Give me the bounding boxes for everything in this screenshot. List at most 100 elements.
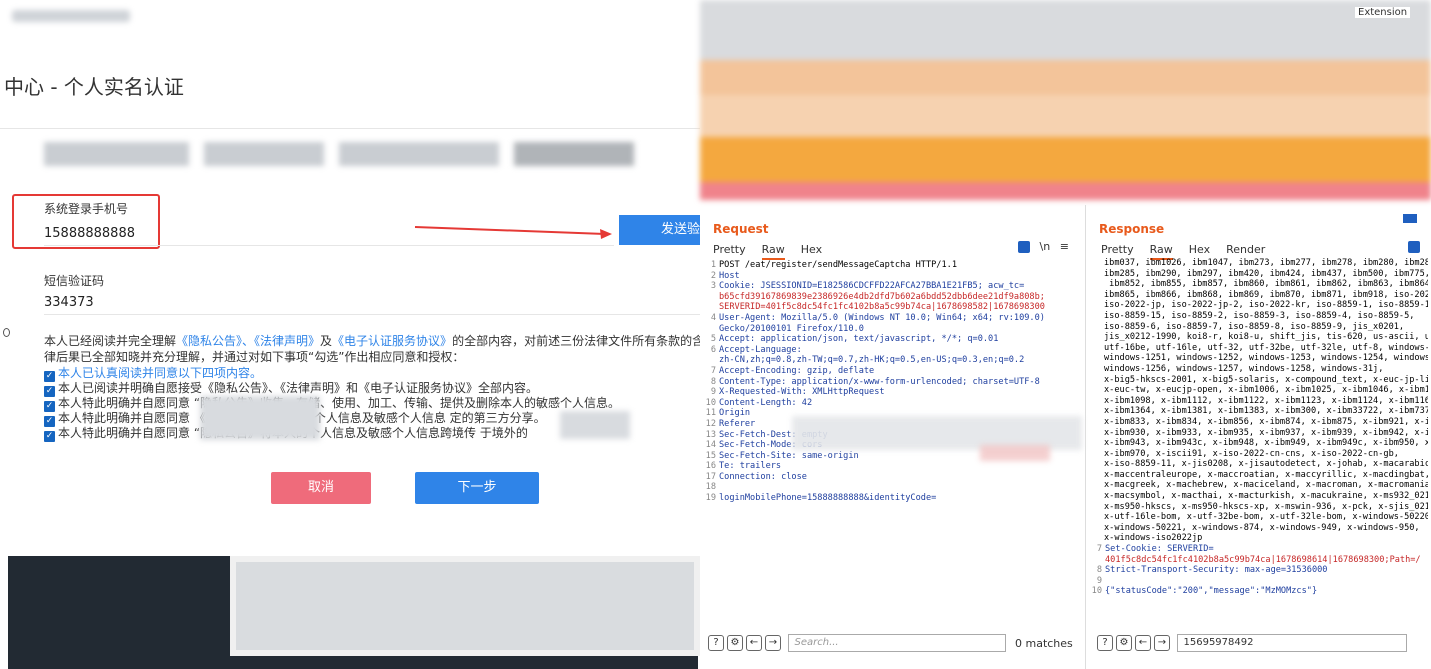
line-text: Origin xyxy=(719,408,751,419)
line-number: 12 xyxy=(705,418,716,429)
response-line: ibm285, ibm290, ibm297, ibm420, ibm424, … xyxy=(1104,268,1428,279)
blurred-redaction xyxy=(980,445,1050,461)
extension-tab[interactable]: Extension xyxy=(1355,7,1411,18)
request-line: 8 Content-Type: application/x-www-form-ur… xyxy=(704,377,1084,388)
arrow-left-icon[interactable]: ← xyxy=(746,635,762,651)
line-number: 10 xyxy=(705,397,716,408)
request-line: zh-CN,zh;q=0.8,zh-TW;q=0.7,zh-HK;q=0.5,e… xyxy=(704,355,1084,366)
response-line: windows-1251, windows-1252, windows-1253… xyxy=(1104,353,1428,364)
line-text: 401f5c8dc54fc1fc4102b8a5c99b74ca|1678698… xyxy=(1105,554,1421,565)
response-line: ibm852, ibm855, ibm857, ibm860, ibm861, … xyxy=(1104,279,1428,290)
request-line: 9 X-Requested-With: XMLHttpRequest xyxy=(704,387,1084,398)
request-toolbar-icons: \n ≡ xyxy=(1018,240,1069,253)
line-number: 11 xyxy=(705,408,716,419)
response-line: x-big5-hkscs-2001, x-big5-solaris, x-com… xyxy=(1104,374,1428,385)
line-text: Gecko/20100101 Firefox/110.0 xyxy=(719,323,864,334)
tab-hex[interactable]: Hex xyxy=(801,243,822,256)
response-line: x-windows-50221, x-windows-874, x-window… xyxy=(1104,522,1420,533)
line-number: 18 xyxy=(705,482,716,493)
response-line: 8 Strict-Transport-Security: max-age=3153… xyxy=(1090,565,1428,576)
menu-icon[interactable]: ≡ xyxy=(1060,240,1069,253)
line-number: 17 xyxy=(705,471,716,482)
line-number: 1 xyxy=(710,260,716,270)
line-number: 5 xyxy=(710,334,716,345)
request-line: 2 Host xyxy=(704,271,1084,282)
line-number: 7 xyxy=(710,365,716,376)
arrow-right-icon[interactable]: → xyxy=(1154,635,1170,651)
request-search-bar: ? ⚙ ← → Search... 0 matches xyxy=(708,634,1073,656)
tab-pretty[interactable]: Pretty xyxy=(713,243,746,256)
response-line: 401f5c8dc54fc1fc4102b8a5c99b74ca|1678698… xyxy=(1090,555,1428,566)
line-text: Host xyxy=(719,270,740,281)
response-line: jis_x0212-1990, koi8-r, koi8-u, shift_ji… xyxy=(1104,332,1428,343)
line-text: Set-Cookie: SERVERID= xyxy=(1105,544,1214,555)
blurred-header-bands xyxy=(700,0,1431,205)
request-tabs: Pretty Raw Hex xyxy=(713,243,838,260)
line-number: 13 xyxy=(705,429,716,440)
line-number: 4 xyxy=(710,312,716,323)
line-number: 16 xyxy=(705,461,716,472)
view-list-icon[interactable] xyxy=(1018,241,1030,253)
line-text: Accept: application/json, text/javascrip… xyxy=(719,334,999,345)
tab-raw[interactable]: Raw xyxy=(761,243,785,260)
line-number: 2 xyxy=(710,270,716,281)
request-line: b65cfd39167869839e2386926e4db2dfd7b602a6… xyxy=(704,292,1084,303)
line-text: POST /eat/register/sendMessageCaptcha HT… xyxy=(719,260,957,270)
response-corner-icon[interactable] xyxy=(1403,214,1417,223)
response-line: x-ibm970, x-iscii91, x-iso-2022-cn-cns, … xyxy=(1104,448,1399,459)
line-text: X-Requested-With: XMLHttpRequest xyxy=(719,387,885,398)
line-text: b65cfd39167869839e2386926e4db2dfd7b602a6… xyxy=(719,291,1045,302)
response-title: Response xyxy=(1099,222,1165,236)
response-search-input[interactable]: 15695978492 xyxy=(1176,634,1407,652)
response-line: utf-16be, utf-16le, utf-32, utf-32be, ut… xyxy=(1104,342,1428,353)
line-text: Referer xyxy=(719,418,756,429)
settings-gear-icon[interactable]: ⚙ xyxy=(1116,635,1132,651)
line-number: 8 xyxy=(1096,565,1102,576)
response-editor[interactable]: ibm037, ibm1026, ibm1047, ibm273, ibm277… xyxy=(1090,258,1428,630)
request-line: Gecko/20100101 Firefox/110.0 xyxy=(704,324,1084,335)
tab-pretty[interactable]: Pretty xyxy=(1101,243,1134,256)
response-line: ibm037, ibm1026, ibm1047, ibm273, ibm277… xyxy=(1104,258,1428,268)
line-text: Cookie: JSESSIONID=E182586CDCFFD22AFCA27… xyxy=(719,281,1025,292)
response-line: x-maccentraleurope, x-maccroatian, x-mac… xyxy=(1104,469,1428,480)
request-line: 5 Accept: application/json, text/javascri… xyxy=(704,334,1084,345)
line-text: Sec-Fetch-Site: same-origin xyxy=(719,450,859,461)
line-text: Strict-Transport-Security: max-age=31536… xyxy=(1105,565,1328,576)
line-number: 9 xyxy=(710,387,716,398)
request-title: Request xyxy=(713,222,769,236)
request-search-input[interactable]: Search... xyxy=(787,634,1006,652)
settings-gear-icon[interactable]: ⚙ xyxy=(727,635,743,651)
response-line: ibm865, ibm866, ibm868, ibm869, ibm870, … xyxy=(1104,289,1428,300)
tab-hex[interactable]: Hex xyxy=(1189,243,1210,256)
response-line: x-ibm1364, x-ibm1381, x-ibm1383, x-ibm30… xyxy=(1104,406,1428,417)
view-list-icon[interactable] xyxy=(1408,241,1420,253)
response-line: x-windows-iso2022jp xyxy=(1104,533,1203,544)
response-line: iso-8859-6, iso-8859-7, iso-8859-8, iso-… xyxy=(1104,321,1405,332)
line-number: 3 xyxy=(710,281,716,292)
line-text: Content-Length: 42 xyxy=(719,397,813,408)
line-text: Te: trailers xyxy=(719,461,782,472)
match-count: 0 matches xyxy=(1015,636,1073,650)
tab-render[interactable]: Render xyxy=(1226,243,1265,256)
request-line: 10 Content-Length: 42 xyxy=(704,398,1084,409)
line-text: User-Agent: Mozilla/5.0 (Windows NT 10.0… xyxy=(719,312,1045,323)
arrow-left-icon[interactable]: ← xyxy=(1135,635,1151,651)
newline-icon[interactable]: \n xyxy=(1040,240,1051,253)
line-number: 19 xyxy=(705,493,716,504)
request-line: 17 Connection: close xyxy=(704,472,1084,483)
line-text: {"statusCode":"200","message":"MzMOMzcs"… xyxy=(1105,586,1318,597)
help-icon[interactable]: ? xyxy=(708,635,724,651)
line-number: 6 xyxy=(710,344,716,355)
line-text: SERVERID=401f5c8dc54fc1fc4102b8a5c99b74c… xyxy=(719,302,1045,313)
line-number: 8 xyxy=(710,376,716,387)
response-line: windows-1256, windows-1257, windows-1258… xyxy=(1104,363,1384,374)
help-icon[interactable]: ? xyxy=(1097,635,1113,651)
line-text: zh-CN,zh;q=0.8,zh-TW;q=0.7,zh-HK;q=0.5,e… xyxy=(719,355,1025,366)
response-line: 7 Set-Cookie: SERVERID= xyxy=(1090,544,1428,555)
line-number: 10 xyxy=(1091,586,1102,597)
response-tabs: Pretty Raw Hex Render xyxy=(1101,243,1281,260)
line-number: 9 xyxy=(1096,575,1102,586)
response-line: x-ibm943, x-ibm943c, x-ibm948, x-ibm949,… xyxy=(1104,438,1428,449)
arrow-right-icon[interactable]: → xyxy=(765,635,781,651)
request-line: SERVERID=401f5c8dc54fc1fc4102b8a5c99b74c… xyxy=(704,302,1084,313)
